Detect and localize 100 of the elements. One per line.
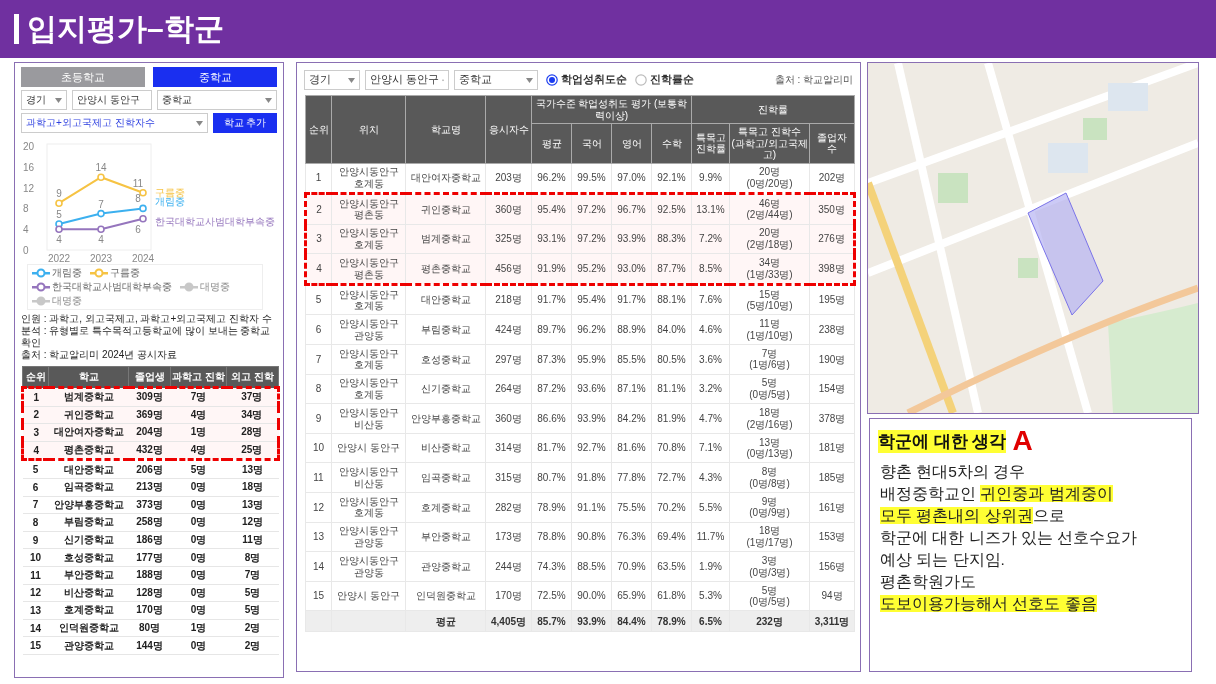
axis-label: 12	[23, 182, 35, 194]
table-cell: 5명 (0명/5명)	[729, 581, 810, 611]
column-header: 특목고 진학률	[691, 123, 730, 163]
column-header: 진학률	[691, 95, 855, 124]
table-cell: 11	[305, 462, 332, 493]
table-cell: 15	[22, 636, 49, 655]
table-cell: 5명	[226, 601, 279, 620]
axis-label: 0	[23, 245, 29, 256]
table-cell: 282명	[485, 492, 532, 523]
table-cell: 144명	[128, 636, 171, 655]
table-cell: 37명	[226, 387, 279, 407]
table-cell: 5.3%	[691, 581, 730, 611]
table-cell: 95.4%	[531, 193, 572, 225]
table-cell: 5명 (0명/5명)	[729, 374, 810, 404]
table-cell: 12명	[226, 513, 279, 532]
table-cell: 부림중학교	[405, 314, 486, 345]
dropdown[interactable]: 안양시 동안구	[72, 90, 152, 110]
legend-label[interactable]: 개림중	[52, 266, 82, 280]
table-cell: 안양시동안구 호계동	[331, 224, 406, 254]
table-cell: 154명	[809, 374, 855, 404]
table-cell: 3.6%	[691, 344, 730, 375]
table-cell: 8명	[226, 548, 279, 567]
table-cell: 0명	[170, 548, 227, 567]
data-label: 14	[95, 162, 107, 174]
table-cell: 13명	[226, 459, 279, 479]
table-cell: 3명 (0명/3명)	[729, 551, 810, 582]
table-cell: 218명	[485, 284, 532, 315]
table-cell: 5명	[226, 584, 279, 602]
table-cell: 244명	[485, 551, 532, 582]
table-cell: 0명	[170, 513, 227, 532]
table-cell: 72.5%	[531, 581, 572, 611]
table-cell: 173명	[485, 522, 532, 552]
table-cell: 10	[305, 433, 332, 463]
series-label: 한국대학교사범대학부속중	[155, 215, 275, 227]
table-cell: 80.7%	[531, 462, 572, 493]
table-cell: 75.5%	[611, 492, 652, 523]
table-cell: 인덕원중학교	[48, 619, 129, 637]
legend-label[interactable]: 한국대학교사범대학부속중	[52, 280, 172, 294]
note-line: 향촌 현대5차의 경우	[880, 462, 1027, 482]
table-cell: 13	[305, 522, 332, 552]
table-cell: 96.7%	[611, 193, 652, 225]
column-header: 응시자수	[485, 95, 532, 163]
table-cell: 0명	[170, 601, 227, 620]
table-cell: 안양시동안구 평촌동	[331, 193, 406, 225]
table-cell: 195명	[809, 284, 855, 315]
column-header: 특목고 진학수 (과학고/외고국제고)	[729, 123, 810, 163]
table-cell: 87.2%	[531, 374, 572, 404]
table-cell: 89.7%	[531, 314, 572, 345]
dropdown[interactable]: 경기	[304, 70, 360, 90]
add-school-button[interactable]: 학교 추가	[213, 113, 277, 133]
table-cell: 11명 (1명/10명)	[729, 314, 810, 345]
dropdown[interactable]: 경기	[21, 90, 67, 110]
table-cell: 13	[22, 601, 49, 620]
page-title: 입지평가–학군	[27, 10, 224, 47]
table-cell: 360명	[485, 403, 532, 434]
table-cell: 안양시동안구 비산동	[331, 403, 406, 434]
table-cell: 안양시동안구 호계동	[331, 374, 406, 404]
column-header: 과학고 진학	[170, 366, 227, 388]
table-cell: 74.3%	[531, 551, 572, 582]
dropdown[interactable]: 중학교	[454, 70, 538, 90]
table-cell: 안양부흥중학교	[48, 496, 129, 514]
table-cell: 213명	[128, 478, 171, 497]
table-cell: 7명 (1명/6명)	[729, 344, 810, 375]
table-cell: 13명	[226, 496, 279, 514]
data-label: 11	[132, 177, 144, 189]
table-cell: 61.8%	[651, 581, 692, 611]
table-cell: 12	[22, 584, 49, 602]
data-label: 8	[135, 193, 141, 205]
data-label: 6	[135, 223, 141, 235]
table-cell: 0명	[170, 584, 227, 602]
table-cell: 부안중학교	[405, 522, 486, 552]
table-cell: 77.8%	[611, 462, 652, 493]
table-cell: 70.9%	[611, 551, 652, 582]
metric-dropdown[interactable]: 과학고+외고국제고 진학자수	[21, 113, 208, 133]
table-cell: 264명	[485, 374, 532, 404]
data-point	[97, 173, 105, 181]
school-level-tab[interactable]: 중학교	[153, 67, 277, 87]
dropdown[interactable]: 안양시 동안구	[365, 70, 449, 90]
axis-label: 2023	[89, 253, 113, 264]
column-header: 순위	[22, 366, 49, 388]
table-cell: 91.8%	[571, 462, 612, 493]
table-cell: 69.4%	[651, 522, 692, 552]
table-cell: 신기중학교	[405, 374, 486, 404]
table-cell: 6	[22, 478, 49, 497]
table-cell: 177명	[128, 548, 171, 567]
dropdown[interactable]: 중학교	[157, 90, 277, 110]
table-cell: 181명	[809, 433, 855, 463]
sort-option[interactable]: 진학률순	[635, 73, 694, 87]
table-cell: 87.1%	[611, 374, 652, 404]
table-cell: 1	[22, 387, 49, 407]
table-cell: 비산중학교	[48, 584, 129, 602]
table-cell: 18명	[226, 478, 279, 497]
table-cell: 84.2%	[611, 403, 652, 434]
table-cell: 5	[22, 459, 49, 479]
note-line: 예상 되는 단지임.	[880, 550, 1006, 570]
sort-option[interactable]: 학업성취도순	[546, 73, 627, 87]
table-cell: 46명 (2명/44명)	[729, 193, 810, 225]
table-cell: 161명	[809, 492, 855, 523]
legend-label[interactable]: 구름중	[110, 266, 140, 280]
table-cell: 70.2%	[651, 492, 692, 523]
